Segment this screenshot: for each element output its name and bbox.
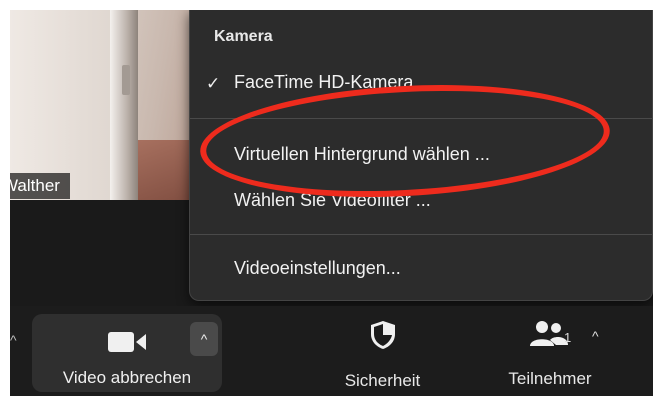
menu-divider [190, 234, 652, 235]
caret-up-icon[interactable]: ^ [592, 328, 599, 344]
participants-label: Teilnehmer [508, 369, 592, 388]
participants-button[interactable]: 1 ^ Teilnehmer [480, 320, 620, 389]
video-door-frame [110, 10, 138, 200]
shield-icon [370, 321, 395, 349]
meeting-toolbar: ^ ^ Video abbrechen Sicherheit 1 ^ Teiln… [10, 306, 653, 396]
stop-video-button[interactable]: ^ Video abbrechen [32, 314, 222, 392]
security-button[interactable]: Sicherheit [325, 320, 440, 391]
participant-video: Walther [10, 10, 210, 200]
video-door-hinge [122, 65, 130, 95]
security-label: Sicherheit [344, 371, 421, 390]
menu-item-video-settings[interactable]: Videoeinstellungen... [234, 258, 401, 279]
camera-menu-header: Kamera [214, 28, 273, 45]
video-camera-icon [108, 332, 146, 352]
checkmark-icon: ✓ [206, 74, 221, 93]
meeting-window: Walther Kamera ✓ FaceTime HD-Kamera Virt… [10, 10, 653, 396]
video-options-caret[interactable]: ^ [190, 322, 218, 356]
participants-count: 1 [564, 330, 572, 345]
stop-video-label: Video abbrechen [62, 368, 192, 387]
participant-name: Walther [10, 176, 60, 195]
participant-name-tag: Walther [10, 173, 70, 199]
caret-up-icon[interactable]: ^ [10, 332, 17, 348]
